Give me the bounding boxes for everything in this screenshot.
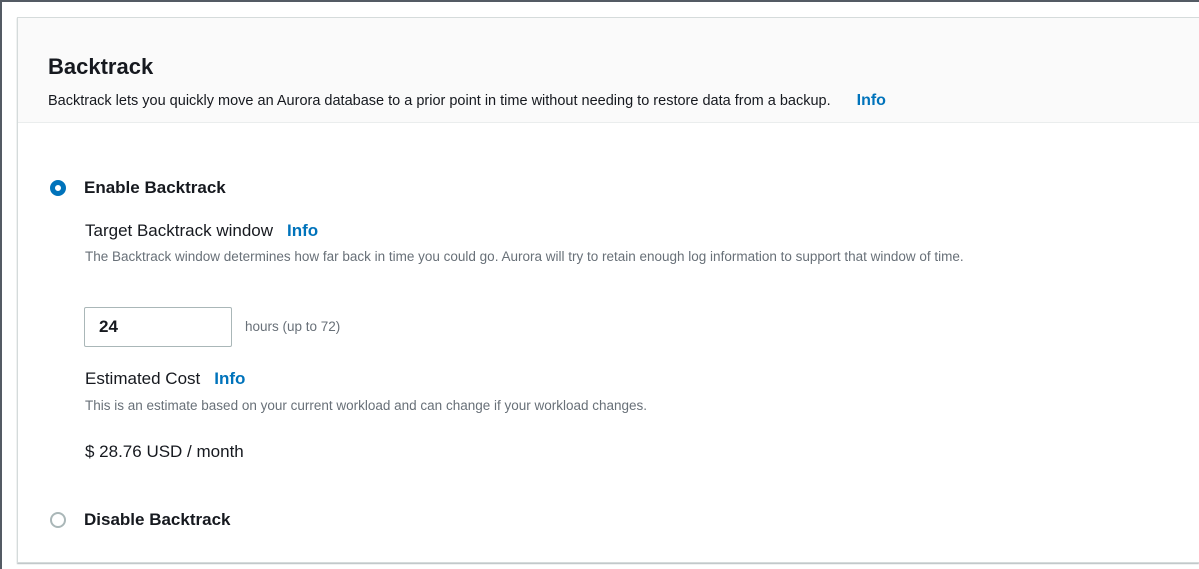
panel-header: Backtrack Backtrack lets you quickly mov…	[18, 18, 1199, 123]
panel-description-text: Backtrack lets you quickly move an Auror…	[48, 93, 831, 109]
backtrack-panel: Backtrack Backtrack lets you quickly mov…	[17, 17, 1199, 563]
target-window-label: Target Backtrack window Info	[85, 221, 318, 241]
disable-backtrack-radio[interactable]	[50, 512, 66, 528]
panel-description: Backtrack lets you quickly move an Auror…	[48, 92, 886, 110]
estimated-cost-info-link[interactable]: Info	[214, 369, 245, 388]
estimated-cost-label-text: Estimated Cost	[85, 369, 201, 388]
target-window-hours-input[interactable]	[84, 307, 232, 347]
disable-backtrack-label[interactable]: Disable Backtrack	[84, 510, 230, 530]
enable-backtrack-option[interactable]: Enable Backtrack	[50, 178, 226, 198]
target-window-description: The Backtrack window determines how far …	[85, 249, 964, 264]
disable-backtrack-option[interactable]: Disable Backtrack	[50, 510, 230, 530]
estimated-cost-description: This is an estimate based on your curren…	[85, 398, 648, 413]
enable-backtrack-label[interactable]: Enable Backtrack	[84, 178, 226, 198]
panel-title: Backtrack	[48, 54, 154, 79]
target-window-info-link[interactable]: Info	[287, 221, 318, 240]
target-window-hours-suffix: hours (up to 72)	[245, 319, 341, 334]
enable-backtrack-radio[interactable]	[50, 180, 66, 196]
estimated-cost-value: $ 28.76 USD / month	[85, 442, 244, 461]
target-window-label-text: Target Backtrack window	[85, 221, 274, 240]
panel-info-link[interactable]: Info	[857, 92, 886, 109]
estimated-cost-label: Estimated Cost Info	[85, 369, 245, 389]
